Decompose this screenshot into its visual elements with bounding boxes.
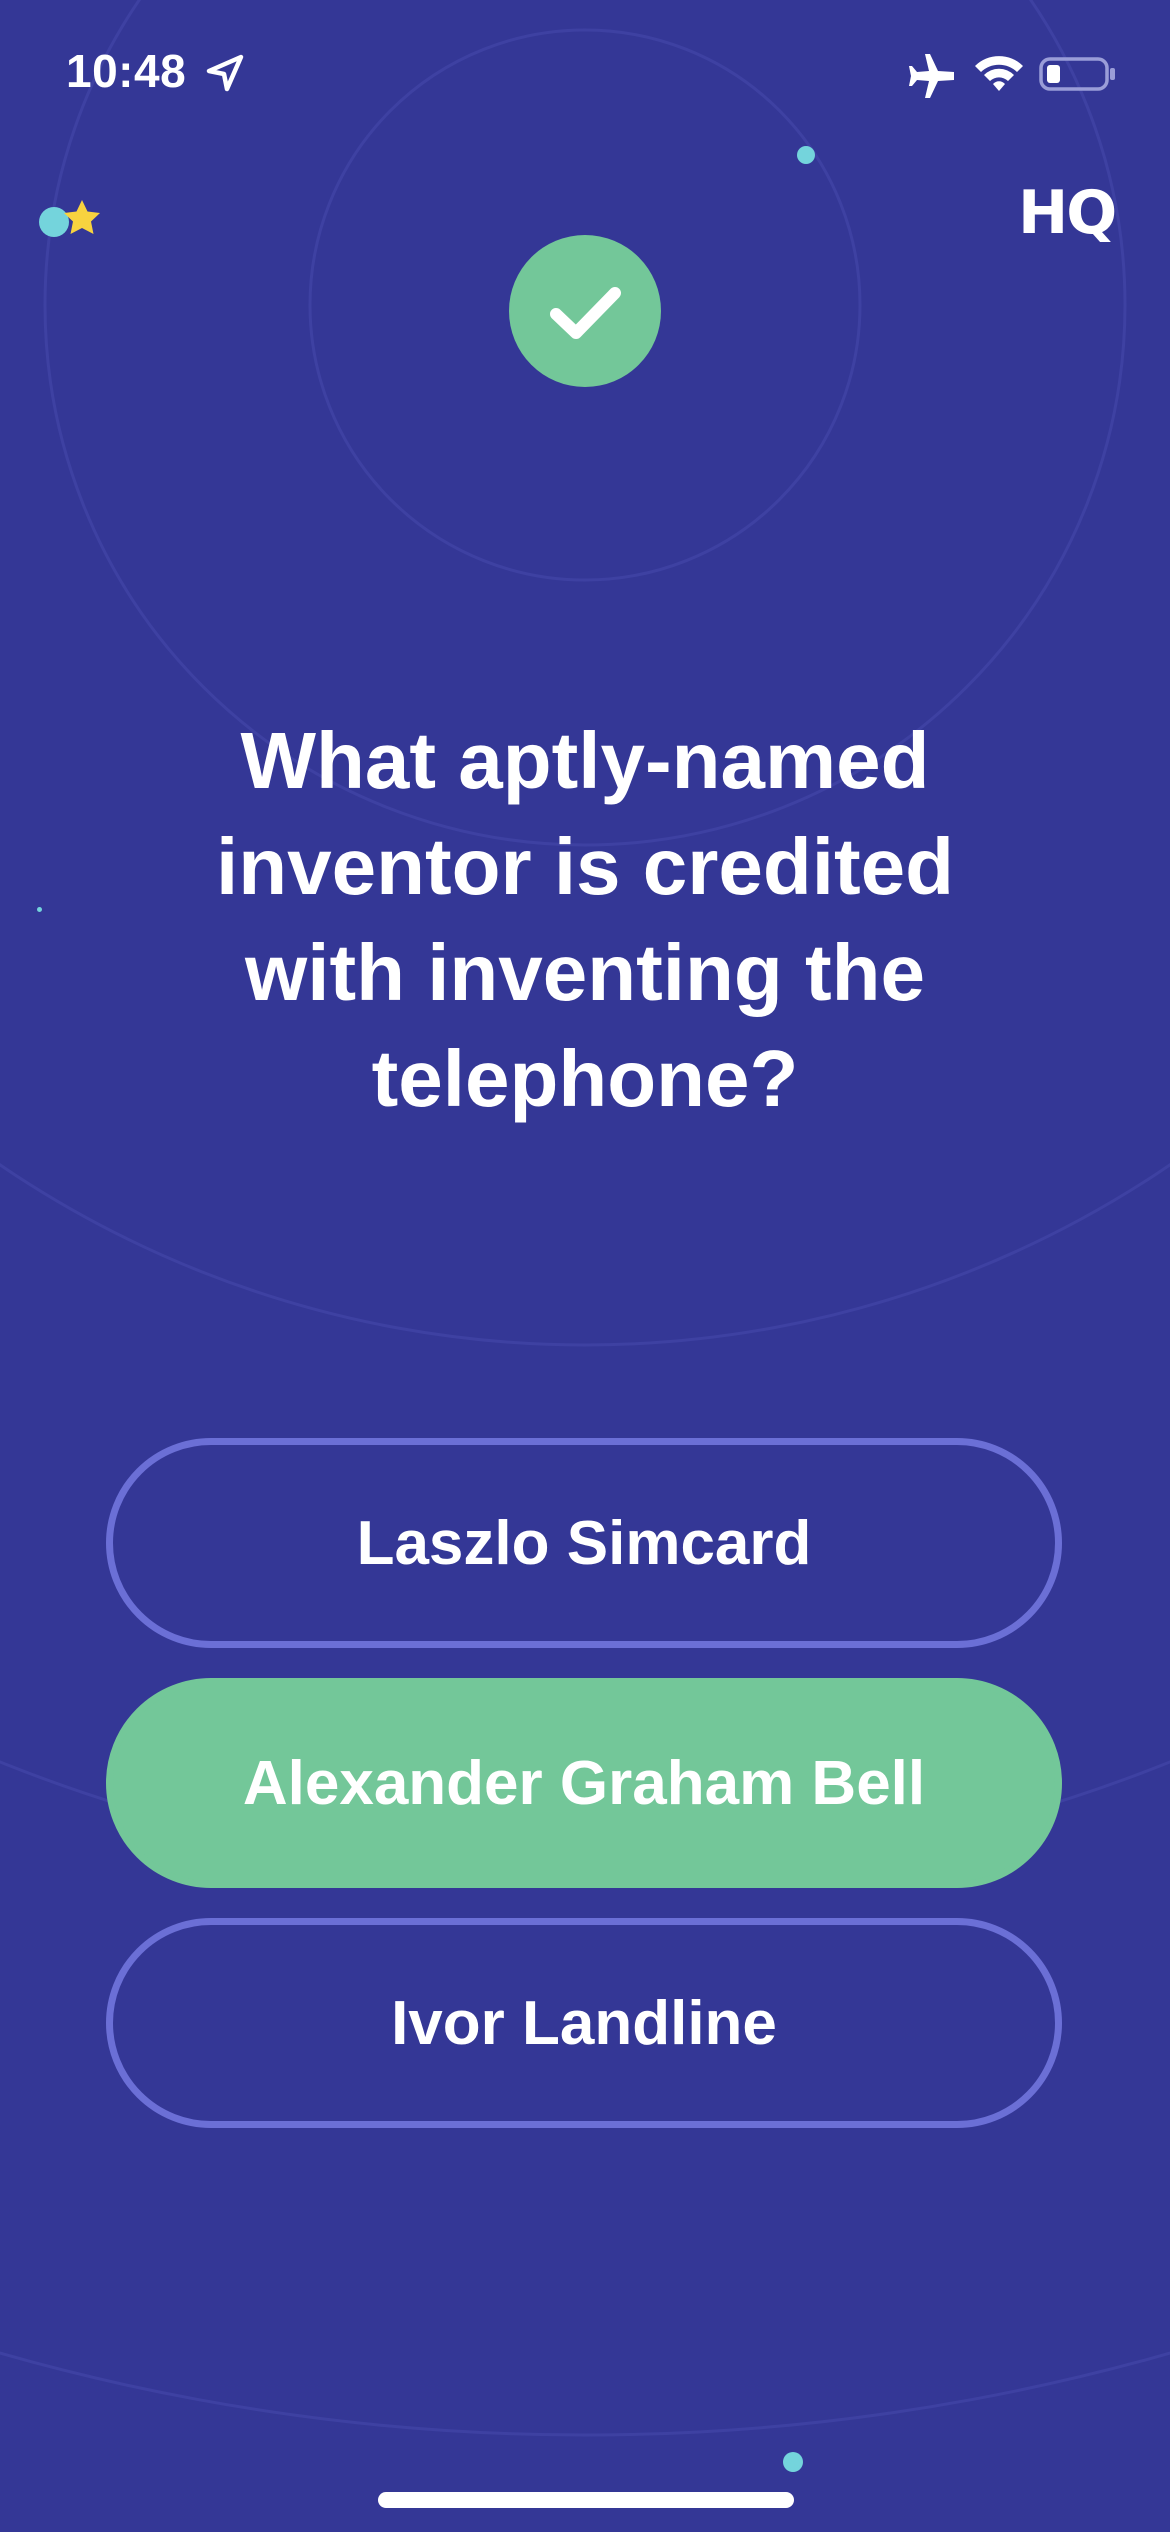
home-indicator[interactable]	[378, 2492, 794, 2508]
wifi-icon	[975, 56, 1023, 91]
answer-option-ivor-landline[interactable]: Ivor Landline	[106, 1918, 1062, 2128]
checkmark-icon	[550, 287, 621, 339]
decor-dot-bottom	[783, 2452, 803, 2472]
star-icon	[39, 200, 100, 237]
answer-option-alexander-graham-bell[interactable]: Alexander Graham Bell	[106, 1678, 1062, 1888]
battery-low-icon	[1039, 57, 1115, 91]
status-bar: 10:48	[0, 0, 1170, 150]
location-arrow-icon	[206, 54, 244, 92]
decor-dot-left	[37, 907, 42, 912]
question-text: What aptly-named inventor is credited wi…	[216, 716, 954, 1123]
answer-list: Laszlo Simcard Alexander Graham Bell Ivo…	[106, 1438, 1062, 2128]
airplane-icon	[909, 54, 954, 98]
trivia-screen: 10:48 HQ What aptly-named inventor is cr…	[0, 0, 1170, 2532]
hq-logo: HQ	[1018, 178, 1117, 248]
correct-answer-badge	[509, 235, 661, 387]
status-time: 10:48	[66, 45, 187, 97]
answer-option-laszlo-simcard[interactable]: Laszlo Simcard	[106, 1438, 1062, 1648]
